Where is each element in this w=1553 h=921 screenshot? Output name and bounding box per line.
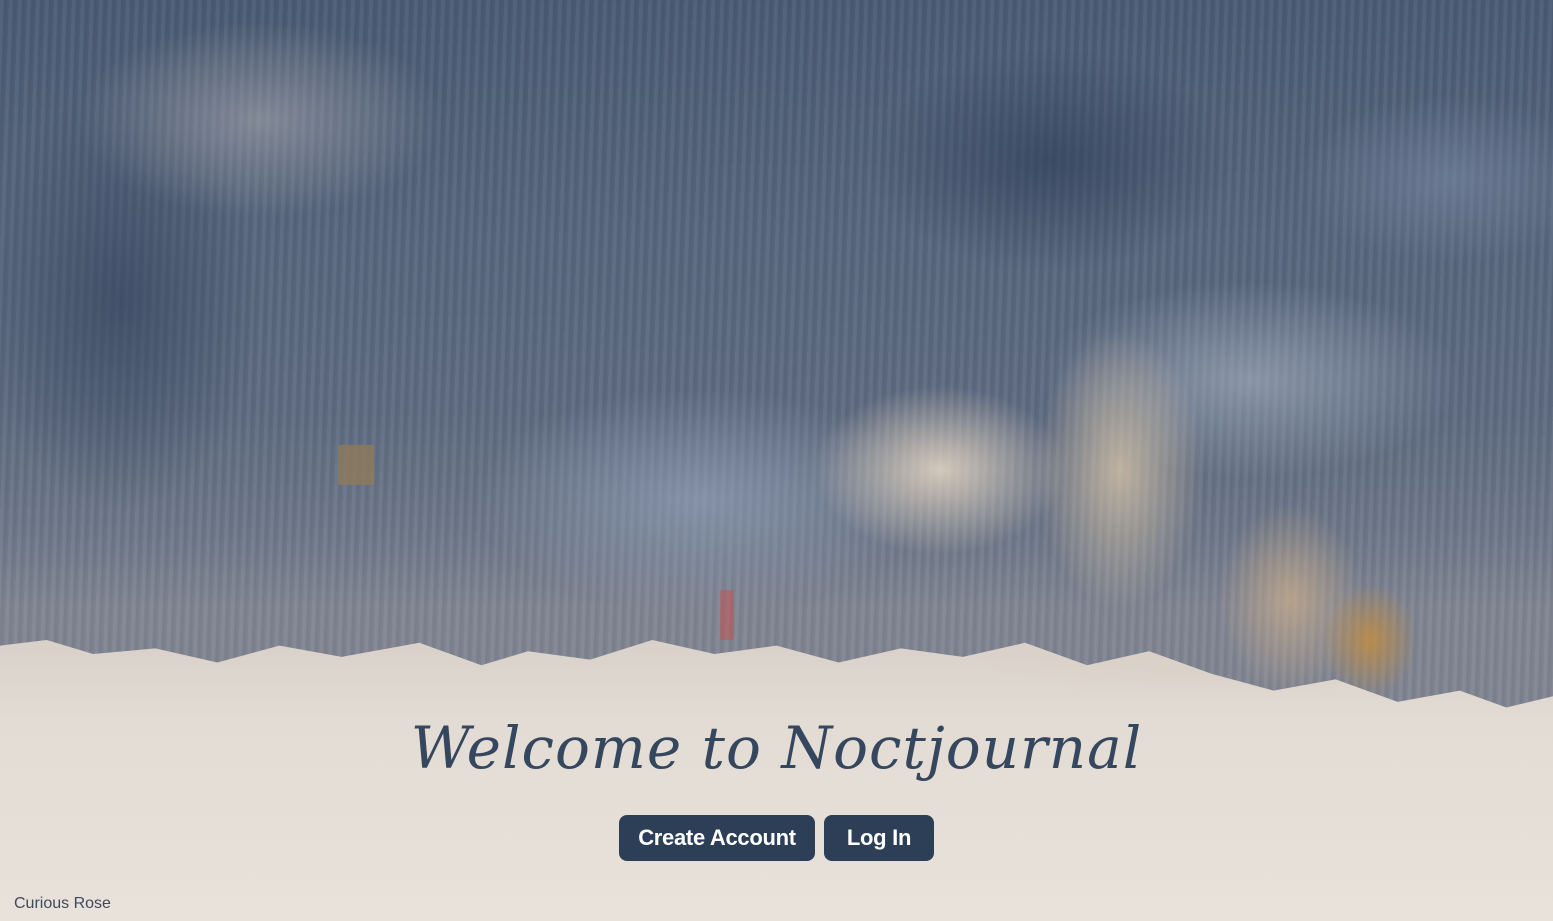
photo-credit: Curious Rose <box>14 895 111 912</box>
landing-page: Welcome to Noctjournal Create Account Lo… <box>0 0 1553 921</box>
wall-hole-decoration <box>338 445 374 485</box>
welcome-header: Welcome to Noctjournal <box>0 700 1553 796</box>
log-in-button[interactable]: Log In <box>824 815 934 861</box>
welcome-title: Welcome to Noctjournal <box>410 714 1143 782</box>
auth-buttons: Create Account Log In <box>0 815 1553 861</box>
red-paint-fleck <box>720 590 734 640</box>
create-account-button[interactable]: Create Account <box>619 815 815 861</box>
